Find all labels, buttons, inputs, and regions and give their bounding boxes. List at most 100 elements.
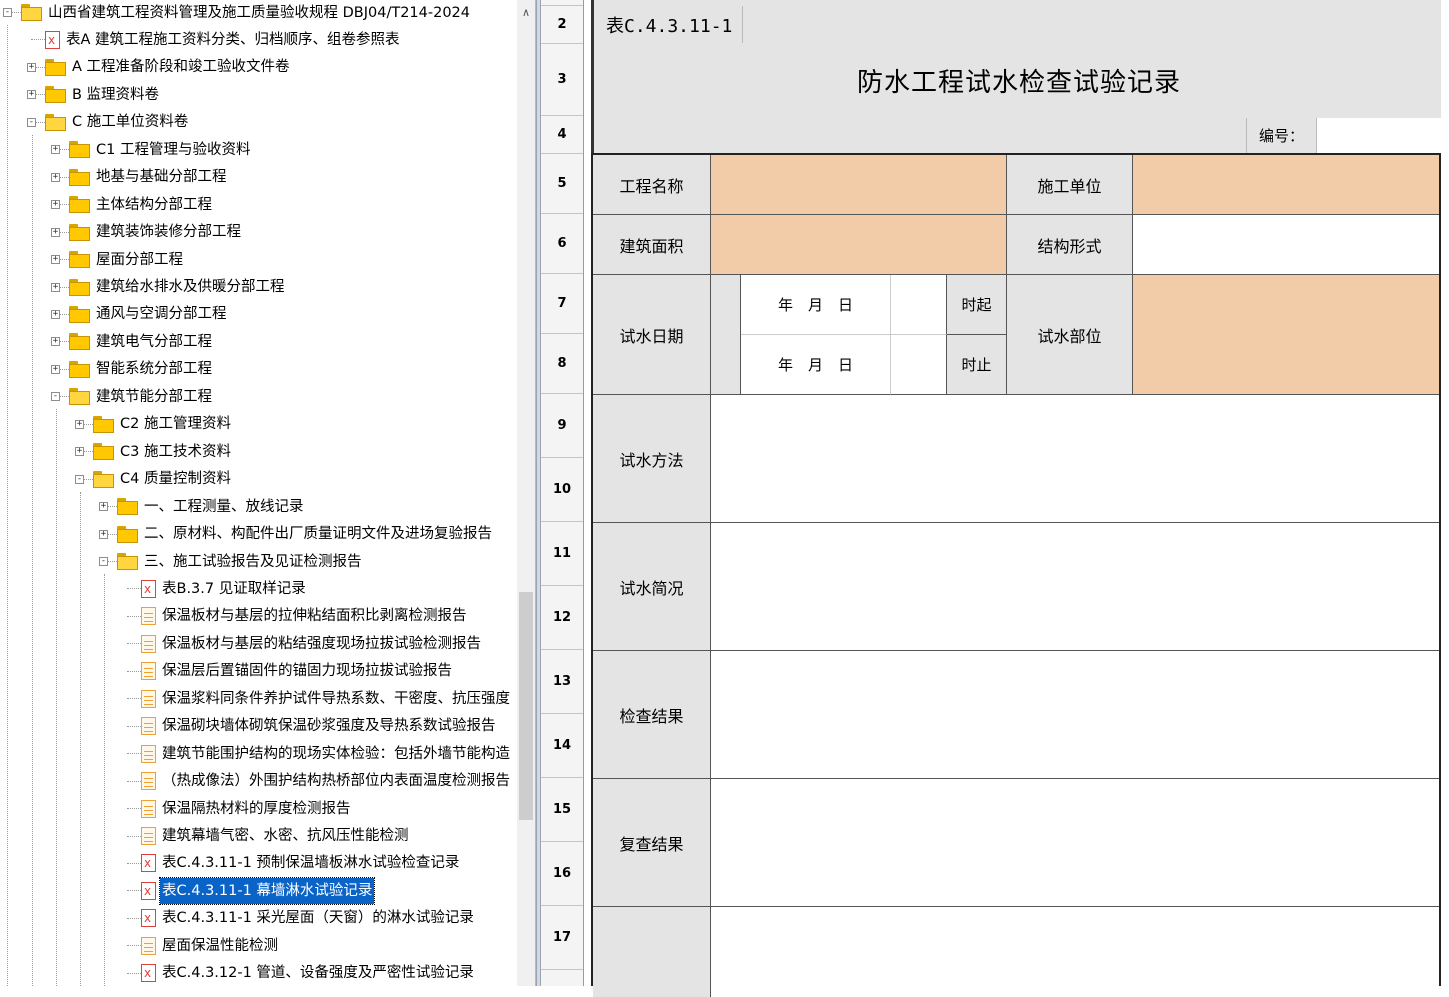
- tree-node[interactable]: 二、原材料、构配件出厂质量证明文件及进场复验报告: [117, 521, 494, 548]
- tree-node[interactable]: 智能系统分部工程: [69, 356, 214, 383]
- expand-icon[interactable]: +: [75, 447, 84, 457]
- form-code[interactable]: 表C.4.3.11-1: [597, 6, 743, 43]
- scroll-thumb[interactable]: [519, 592, 533, 820]
- tree-connector: [127, 808, 141, 810]
- row-number[interactable]: 15: [541, 778, 583, 842]
- row-number[interactable]: 16: [541, 842, 583, 906]
- tree-node[interactable]: A 工程准备阶段和竣工验收文件卷: [45, 54, 292, 81]
- test-summary-input[interactable]: [711, 523, 1439, 651]
- row-number[interactable]: 7: [541, 274, 583, 334]
- folder-icon: [69, 360, 91, 378]
- row-number[interactable]: 13: [541, 650, 583, 714]
- tree-node[interactable]: 主体结构分部工程: [69, 191, 214, 218]
- row-number[interactable]: 5: [541, 154, 583, 214]
- tree-node[interactable]: （热成像法）外围护结构热桥部位内表面温度检测报告: [141, 768, 512, 795]
- next-row-label: [593, 907, 711, 997]
- tree-node[interactable]: 三、施工试验报告及见证检测报告: [117, 548, 364, 575]
- tree-node[interactable]: 表B.3.7 见证取样记录: [141, 575, 308, 602]
- tree-node[interactable]: 通风与空调分部工程: [69, 301, 229, 328]
- tree-node[interactable]: 建筑节能分部工程: [69, 383, 214, 410]
- expand-icon[interactable]: +: [51, 255, 60, 265]
- row-number[interactable]: 3: [541, 44, 583, 116]
- date-start-input[interactable]: 年 月 日: [741, 275, 891, 335]
- tree-node[interactable]: C 施工单位资料卷: [45, 109, 190, 136]
- tree-node[interactable]: 保温板材与基层的拉伸粘结面积比剥离检测报告: [141, 603, 469, 630]
- folder-icon: [93, 443, 115, 461]
- row-number[interactable]: 4: [541, 116, 583, 154]
- structure-type-input[interactable]: [1133, 215, 1439, 275]
- tree-node[interactable]: 屋面分部工程: [69, 246, 185, 273]
- tree-node[interactable]: 表C.4.3.12-1 管道、设备强度及严密性试验记录: [141, 960, 476, 986]
- tree-node[interactable]: 表C.4.3.11-1 幕墙淋水试验记录: [141, 876, 376, 905]
- tree-node[interactable]: 建筑装饰装修分部工程: [69, 219, 243, 246]
- project-name-input[interactable]: [711, 155, 1007, 215]
- expand-icon[interactable]: +: [51, 200, 60, 210]
- tree-node[interactable]: C4 质量控制资料: [93, 466, 233, 493]
- number-input[interactable]: [1316, 118, 1441, 153]
- collapse-icon[interactable]: -: [75, 474, 84, 484]
- tree-node[interactable]: 建筑节能围护结构的现场实体检验：包括外墙节能构造: [141, 740, 512, 767]
- tree-node[interactable]: 屋面保温性能检测: [141, 932, 280, 959]
- tree-node[interactable]: C1 工程管理与验收资料: [69, 136, 252, 163]
- hour-end-input[interactable]: [891, 335, 947, 395]
- tree-node[interactable]: C2 施工管理资料: [93, 411, 233, 438]
- document-icon: [141, 799, 156, 818]
- collapse-icon[interactable]: -: [27, 117, 36, 127]
- inspection-result-input[interactable]: [711, 651, 1439, 779]
- expand-icon[interactable]: +: [75, 419, 84, 429]
- collapse-icon[interactable]: -: [51, 392, 60, 402]
- row-number[interactable]: 11: [541, 522, 583, 586]
- test-method-input[interactable]: [711, 395, 1439, 523]
- tree-node[interactable]: 保温砌块墙体砌筑保温砂浆强度及导热系数试验报告: [141, 713, 498, 740]
- tree-node-label: 保温层后置锚固件的锚固力现场拉拔试验报告: [162, 663, 452, 680]
- form-title[interactable]: 防水工程试水检查试验记录: [594, 44, 1444, 116]
- next-row-input[interactable]: [711, 907, 1439, 997]
- tree-node[interactable]: 保温板材与基层的粘结强度现场拉拔试验检测报告: [141, 630, 483, 657]
- tree-root[interactable]: 山西省建筑工程资料管理及施工质量验收规程 DBJ04/T214-2024: [21, 0, 472, 26]
- contractor-input[interactable]: [1133, 155, 1439, 215]
- expand-icon[interactable]: +: [27, 62, 36, 72]
- tree-node[interactable]: 地基与基础分部工程: [69, 164, 229, 191]
- tree-node[interactable]: 建筑给水排水及供暖分部工程: [69, 274, 287, 301]
- row-number[interactable]: 9: [541, 394, 583, 458]
- row-number[interactable]: 17: [541, 906, 583, 970]
- tree-node[interactable]: 建筑幕墙气密、水密、抗风压性能检测: [141, 823, 411, 850]
- tree-node[interactable]: 表A 建筑工程施工资料分类、归档顺序、组卷参照表: [45, 26, 402, 53]
- hour-start-input[interactable]: [891, 275, 947, 335]
- expand-icon[interactable]: +: [51, 364, 60, 374]
- collapse-icon[interactable]: -: [3, 8, 12, 17]
- expand-icon[interactable]: +: [99, 529, 108, 539]
- tree-node[interactable]: C3 施工技术资料: [93, 438, 233, 465]
- expand-icon[interactable]: +: [51, 172, 60, 182]
- expand-icon[interactable]: +: [51, 309, 60, 319]
- row-number[interactable]: 14: [541, 714, 583, 778]
- tree-node[interactable]: 表C.4.3.11-1 采光屋面（天窗）的淋水试验记录: [141, 905, 476, 932]
- tree-scrollbar[interactable]: ∧: [517, 0, 535, 986]
- tree-node-label: 通风与空调分部工程: [96, 306, 227, 323]
- row-number[interactable]: 10: [541, 458, 583, 522]
- expand-icon[interactable]: +: [51, 145, 60, 155]
- row-number[interactable]: 8: [541, 334, 583, 394]
- collapse-icon[interactable]: -: [99, 557, 108, 566]
- tree-node[interactable]: 保温浆料同条件养护试件导热系数、干密度、抗压强度: [141, 685, 512, 712]
- test-location-input[interactable]: [1133, 275, 1439, 395]
- expand-icon[interactable]: +: [27, 90, 36, 100]
- tree-node[interactable]: 一、工程测量、放线记录: [117, 493, 306, 520]
- tree-panel: - 山西省建筑工程资料管理及施工质量验收规程 DBJ04/T214-2024 表A …: [0, 0, 536, 986]
- recheck-result-input[interactable]: [711, 779, 1439, 907]
- expand-icon[interactable]: +: [51, 282, 60, 292]
- tree-node[interactable]: 表C.4.3.11-1 预制保温墙板淋水试验检查记录: [141, 850, 461, 877]
- row-number[interactable]: 6: [541, 214, 583, 274]
- row-number[interactable]: 2: [541, 6, 583, 44]
- expand-icon[interactable]: +: [99, 502, 108, 512]
- expand-icon[interactable]: +: [51, 337, 60, 347]
- tree-node[interactable]: B 监理资料卷: [45, 81, 161, 108]
- scroll-up-arrow-icon[interactable]: ∧: [517, 6, 535, 20]
- tree-node[interactable]: 保温隔热材料的厚度检测报告: [141, 795, 353, 822]
- date-end-input[interactable]: 年 月 日: [741, 335, 891, 395]
- tree-node[interactable]: 保温层后置锚固件的锚固力现场拉拔试验报告: [141, 658, 454, 685]
- building-area-input[interactable]: [711, 215, 1007, 275]
- expand-icon[interactable]: +: [51, 227, 60, 237]
- tree-node[interactable]: 建筑电气分部工程: [69, 328, 214, 355]
- row-number[interactable]: 12: [541, 586, 583, 650]
